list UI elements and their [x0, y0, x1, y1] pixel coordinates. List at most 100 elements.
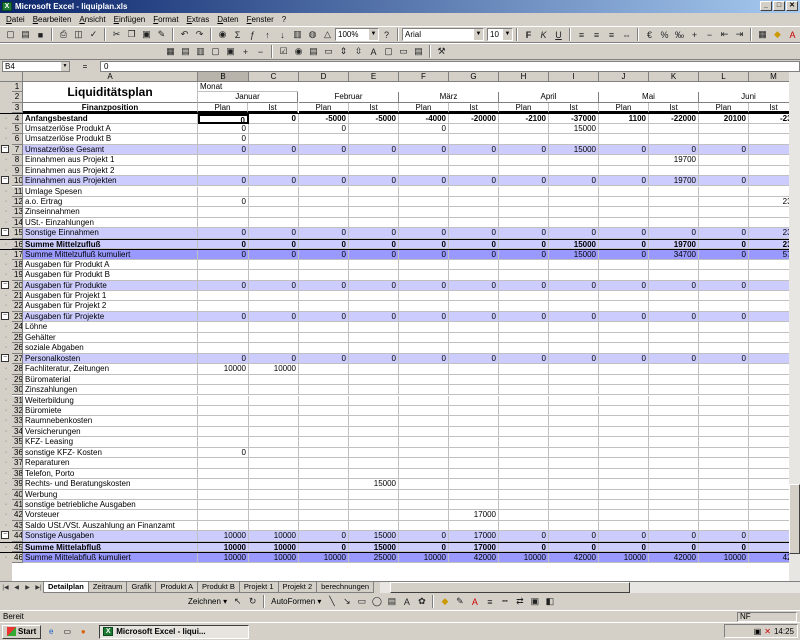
maximize-button[interactable]: □	[773, 1, 785, 11]
table-cell[interactable]	[299, 155, 349, 166]
table-cell[interactable]: 15000	[549, 250, 599, 260]
increase-indent-icon[interactable]: ⇥	[733, 28, 746, 41]
table-cell[interactable]	[699, 322, 749, 333]
column-header-b[interactable]: B	[198, 72, 249, 82]
table-cell[interactable]	[449, 291, 499, 302]
table-cell[interactable]: 0	[399, 123, 449, 135]
table-cell[interactable]	[399, 500, 449, 511]
table-cell[interactable]: 0	[699, 353, 749, 365]
table-cell[interactable]	[599, 426, 649, 438]
row-number[interactable]: 9	[12, 165, 23, 177]
table-cell[interactable]	[549, 332, 599, 344]
table-cell[interactable]	[699, 479, 749, 490]
table-cell[interactable]	[599, 385, 649, 396]
table-cell[interactable]	[749, 144, 789, 156]
table-cell[interactable]	[599, 196, 649, 208]
table-cell[interactable]	[299, 207, 349, 218]
menu-fenster[interactable]: Fenster	[243, 13, 278, 26]
table-cell[interactable]	[649, 385, 699, 396]
undo-icon[interactable]: ↶	[178, 28, 191, 41]
column-header-i[interactable]: I	[549, 72, 599, 82]
table-cell[interactable]: 10000	[249, 531, 299, 542]
table-cell[interactable]	[299, 165, 349, 177]
table-cell[interactable]	[449, 405, 499, 417]
table-cell[interactable]: 0	[399, 311, 449, 323]
collapse-group-icon[interactable]: −	[1, 531, 11, 541]
table-cell[interactable]	[399, 207, 449, 218]
table-cell[interactable]: 0	[299, 228, 349, 239]
row-label[interactable]: Raumnebenkosten	[23, 416, 198, 427]
line-icon[interactable]: ╲	[325, 595, 338, 608]
group-icon[interactable]: ▢	[209, 45, 222, 58]
table-cell[interactable]	[699, 155, 749, 166]
table-cell[interactable]: 0	[198, 176, 249, 187]
table-cell[interactable]	[349, 510, 399, 521]
font-select[interactable]: Arial ▼	[402, 28, 484, 41]
table-cell[interactable]: 0	[249, 250, 299, 260]
table-cell[interactable]	[349, 291, 399, 302]
table-cell[interactable]	[449, 426, 499, 438]
row-number[interactable]: 21	[12, 291, 23, 302]
table-cell[interactable]	[599, 489, 649, 500]
prev-sheet-icon[interactable]: ◀	[11, 583, 22, 593]
table-cell[interactable]	[349, 447, 399, 459]
table-cell[interactable]	[449, 437, 499, 448]
table-cell[interactable]	[649, 123, 699, 135]
row-number[interactable]: 13	[12, 207, 23, 218]
table-cell[interactable]	[198, 510, 249, 521]
align-right-icon[interactable]: ≡	[605, 28, 618, 41]
table-cell[interactable]: 0	[349, 239, 399, 250]
table-cell[interactable]	[249, 468, 299, 480]
table-cell[interactable]: 0	[249, 228, 299, 239]
table-cell[interactable]	[749, 217, 789, 229]
table-cell[interactable]	[449, 259, 499, 271]
table-cell[interactable]	[649, 395, 699, 406]
row-number[interactable]: 4	[12, 114, 23, 124]
line-style-icon[interactable]: ≡	[483, 595, 496, 608]
table-cell[interactable]	[299, 291, 349, 302]
table-cell[interactable]	[449, 364, 499, 375]
outline-dot-icon[interactable]: ·	[1, 396, 11, 406]
row-label[interactable]: Löhne	[23, 322, 198, 333]
table-cell[interactable]: 0	[349, 176, 399, 187]
table-cell[interactable]	[299, 322, 349, 333]
row-number[interactable]: 5	[12, 123, 23, 135]
table-cell[interactable]: 25000	[349, 553, 399, 563]
outline-dot-icon[interactable]: ·	[1, 240, 11, 249]
column-header-a[interactable]: A	[23, 72, 198, 82]
table-cell[interactable]	[549, 395, 599, 406]
table-cell[interactable]	[499, 322, 549, 333]
table-cell[interactable]	[399, 259, 449, 271]
table-cell[interactable]: 0	[299, 239, 349, 250]
3d-icon[interactable]: ◧	[543, 595, 556, 608]
table-cell[interactable]	[499, 510, 549, 521]
row-number[interactable]: 46	[12, 553, 23, 563]
percent-icon[interactable]: %	[658, 28, 671, 41]
sort-asc-icon[interactable]: ↑	[261, 28, 274, 41]
table-cell[interactable]	[449, 301, 499, 312]
row-number[interactable]: 30	[12, 385, 23, 396]
table-cell[interactable]: 0	[549, 311, 599, 323]
table-cell[interactable]	[749, 531, 789, 542]
table-cell[interactable]	[699, 426, 749, 438]
row-label[interactable]: USt.- Einzahlungen	[23, 217, 198, 229]
currency-icon[interactable]: €	[643, 28, 656, 41]
taskbar-item-excel[interactable]: X Microsoft Excel - liqui...	[99, 624, 250, 639]
sort-desc-icon[interactable]: ↓	[276, 28, 289, 41]
table-cell[interactable]: 0	[499, 542, 549, 553]
table-cell[interactable]: 15000	[549, 123, 599, 135]
table-cell[interactable]	[198, 468, 249, 480]
oval-icon[interactable]: ◯	[370, 595, 383, 608]
table-cell[interactable]	[749, 364, 789, 375]
table-cell[interactable]	[399, 437, 449, 448]
table-cell[interactable]: 10000	[399, 553, 449, 563]
table-cell[interactable]	[699, 395, 749, 406]
table-cell[interactable]	[249, 291, 299, 302]
table-cell[interactable]	[599, 479, 649, 490]
table-cell[interactable]	[749, 311, 789, 323]
function-icon[interactable]: ƒ	[246, 28, 259, 41]
table-cell[interactable]	[399, 479, 449, 490]
table-cell[interactable]: 0	[299, 176, 349, 187]
table-cell[interactable]: 17000	[449, 531, 499, 542]
redo-icon[interactable]: ↷	[193, 28, 206, 41]
